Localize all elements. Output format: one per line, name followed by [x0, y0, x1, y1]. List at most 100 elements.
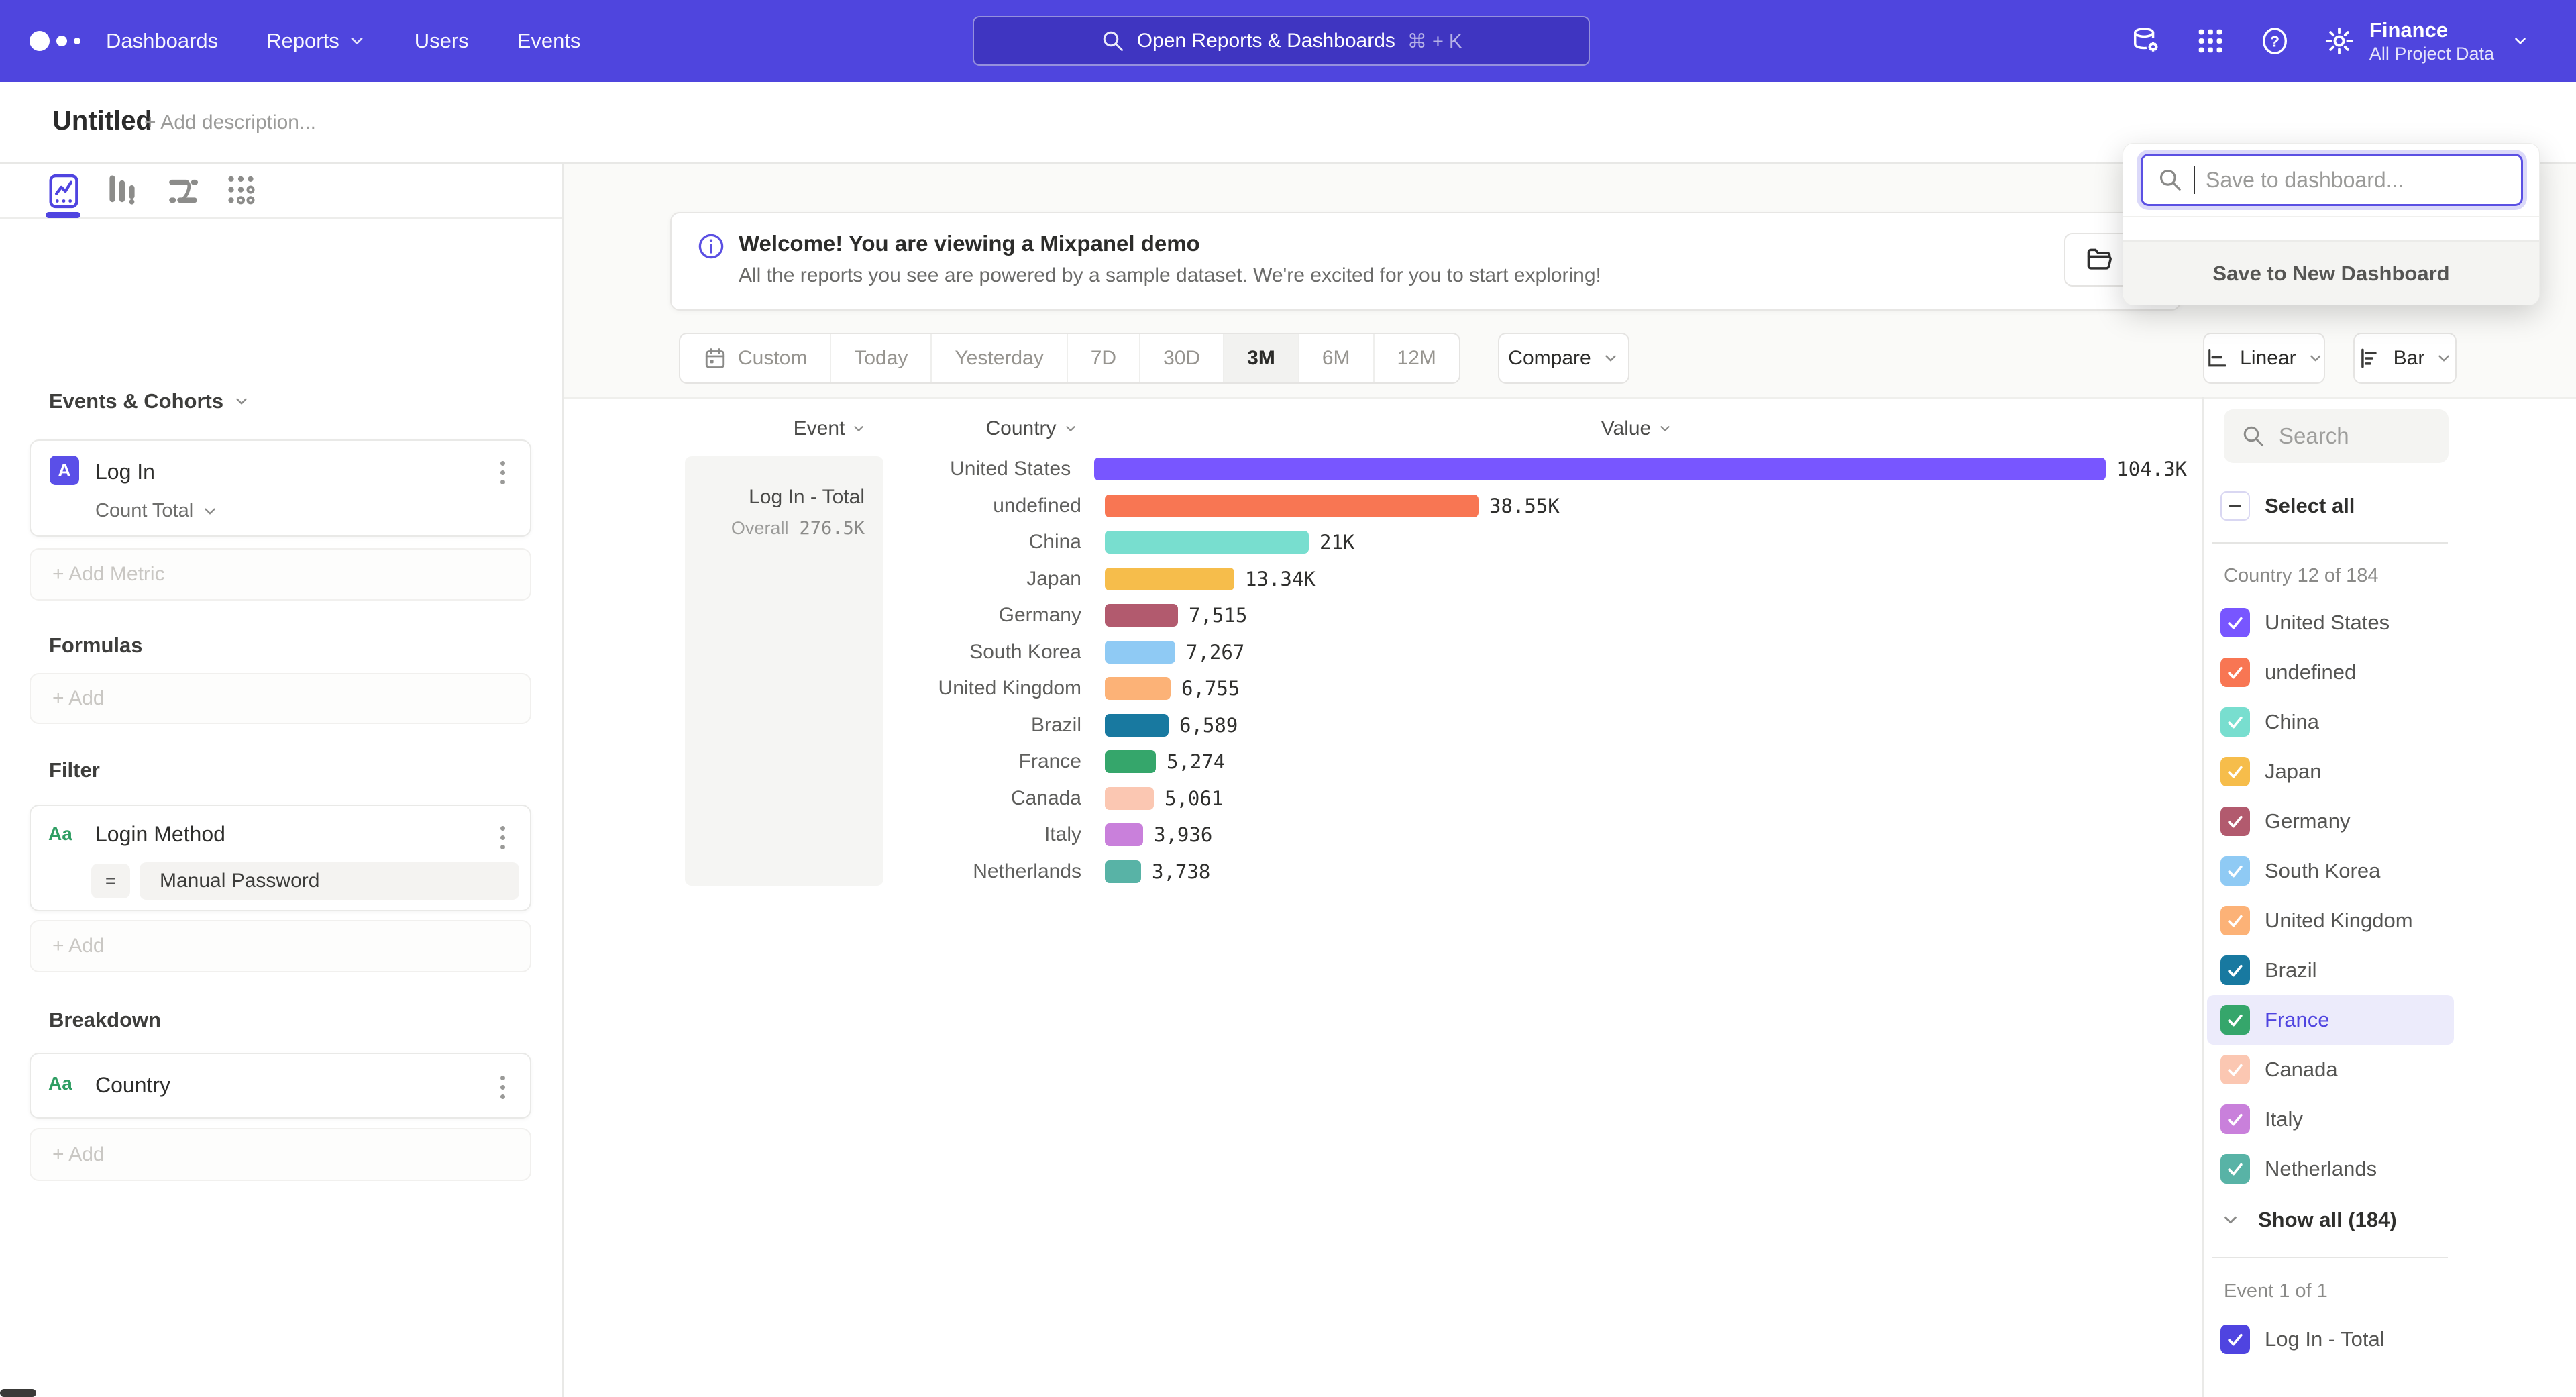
breakdown-property-name[interactable]: Country [95, 1073, 170, 1098]
add-breakdown-button[interactable]: + Add [30, 1128, 531, 1181]
horizontal-scrollbar-thumb[interactable] [0, 1389, 36, 1397]
add-metric-button[interactable]: + Add Metric [30, 548, 531, 601]
country-checkbox[interactable] [2220, 608, 2250, 637]
event-checkbox[interactable] [2220, 1325, 2250, 1354]
country-checkbox[interactable] [2220, 955, 2250, 985]
select-all-row[interactable]: Select all [2220, 491, 2355, 521]
aggregation-selector[interactable]: Count Total [95, 500, 219, 522]
filter-operator[interactable]: = [91, 864, 130, 898]
country-checkbox[interactable] [2220, 1154, 2250, 1184]
scale-selector-button[interactable]: Linear [2203, 333, 2325, 384]
legend-row-france[interactable]: France [2207, 995, 2454, 1045]
add-description-field[interactable]: + Add description... [144, 111, 316, 134]
range-option-6m[interactable]: 6M [1299, 334, 1375, 382]
nav-item-events[interactable]: Events [517, 29, 581, 53]
nav-item-users[interactable]: Users [415, 29, 469, 53]
breakdown-card[interactable]: Aa Country [30, 1053, 531, 1119]
column-header-country[interactable]: Country [959, 417, 1104, 440]
nav-item-reports[interactable]: Reports [266, 29, 366, 53]
metric-card[interactable]: A Log In Count Total [30, 439, 531, 537]
metric-menu-button[interactable] [492, 461, 513, 484]
range-option-custom[interactable]: Custom [680, 334, 831, 382]
country-checkbox[interactable] [2220, 856, 2250, 886]
legend-row-united-kingdom[interactable]: United Kingdom [2207, 896, 2454, 945]
legend-row-canada[interactable]: Canada [2207, 1045, 2454, 1094]
bar-canada[interactable] [1105, 787, 1154, 810]
legend-search-input[interactable]: Search [2224, 409, 2449, 463]
country-checkbox[interactable] [2220, 1104, 2250, 1134]
legend-row-japan[interactable]: Japan [2207, 747, 2454, 796]
save-to-new-dashboard-button[interactable]: Save to New Dashboard [2123, 240, 2539, 305]
bar-germany[interactable] [1105, 604, 1178, 627]
events-cohorts-header[interactable]: Events & Cohorts [49, 389, 250, 413]
country-checkbox[interactable] [2220, 1005, 2250, 1035]
tab-funnels-icon[interactable] [103, 172, 142, 211]
nav-item-dashboards[interactable]: Dashboards [106, 29, 218, 53]
project-switcher[interactable]: Finance All Project Data [2369, 0, 2529, 82]
range-option-30d[interactable]: 30D [1140, 334, 1224, 382]
add-filter-button[interactable]: + Add [30, 920, 531, 972]
bar-united-kingdom[interactable] [1105, 677, 1171, 700]
tab-retention-icon[interactable] [221, 172, 260, 211]
report-title[interactable]: Untitled [52, 106, 152, 136]
chevron-down-icon [851, 421, 866, 436]
add-formula-button[interactable]: + Add [30, 673, 531, 724]
bar-italy[interactable] [1105, 823, 1143, 846]
settings-gear-icon[interactable] [2324, 25, 2355, 56]
range-option-3m[interactable]: 3M [1224, 334, 1299, 382]
legend-event-row[interactable]: Log In - Total [2220, 1325, 2385, 1354]
compare-button[interactable]: Compare [1498, 333, 1629, 384]
legend-row-netherlands[interactable]: Netherlands [2207, 1144, 2454, 1194]
legend-row-italy[interactable]: Italy [2207, 1094, 2454, 1144]
select-all-checkbox-indeterminate[interactable] [2220, 491, 2250, 521]
country-checkbox[interactable] [2220, 1055, 2250, 1084]
range-option-12m[interactable]: 12M [1375, 334, 1459, 382]
country-checkbox[interactable] [2220, 658, 2250, 687]
metric-name[interactable]: Log In [95, 460, 155, 484]
column-header-value[interactable]: Value [1570, 417, 1704, 440]
country-count-label: Country 12 of 184 [2224, 565, 2379, 587]
chart-bar-row: China 21K [704, 524, 2187, 561]
bar-brazil[interactable] [1105, 714, 1169, 737]
column-header-event[interactable]: Event [771, 417, 888, 440]
bar-china[interactable] [1105, 531, 1309, 554]
range-option-7d[interactable]: 7D [1068, 334, 1140, 382]
legend-country-label: Netherlands [2265, 1157, 2377, 1181]
country-checkbox[interactable] [2220, 807, 2250, 836]
legend-row-south-korea[interactable]: South Korea [2207, 846, 2454, 896]
legend-row-brazil[interactable]: Brazil [2207, 945, 2454, 995]
legend-row-undefined[interactable]: undefined [2207, 648, 2454, 697]
save-dashboard-search-input[interactable]: Save to dashboard... [2141, 154, 2523, 206]
chevron-down-icon [1063, 421, 1078, 436]
bar-japan[interactable] [1105, 568, 1234, 590]
country-checkbox[interactable] [2220, 757, 2250, 786]
legend-row-germany[interactable]: Germany [2207, 796, 2454, 846]
tab-flows-icon[interactable] [164, 172, 203, 211]
filter-card[interactable]: Aa Login Method = Manual Password [30, 805, 531, 911]
country-checkbox[interactable] [2220, 707, 2250, 737]
help-icon[interactable]: ? [2259, 25, 2290, 56]
filter-property-name[interactable]: Login Method [95, 822, 225, 847]
global-search-input[interactable]: Open Reports & Dashboards ⌘ + K [973, 16, 1590, 66]
bar-netherlands[interactable] [1105, 860, 1141, 883]
legend-row-china[interactable]: China [2207, 697, 2454, 747]
range-option-yesterday[interactable]: Yesterday [932, 334, 1067, 382]
mixpanel-logo-icon[interactable] [30, 0, 80, 82]
country-checkbox[interactable] [2220, 906, 2250, 935]
data-management-icon[interactable] [2131, 25, 2161, 56]
filter-menu-button[interactable] [492, 826, 513, 849]
chevron-down-icon [1658, 421, 1672, 436]
show-all-button[interactable]: Show all (184) [2220, 1208, 2397, 1232]
bar-united-states[interactable] [1094, 458, 2106, 480]
check-icon [2225, 911, 2245, 931]
filter-value[interactable]: Manual Password [140, 862, 519, 900]
legend-row-united-states[interactable]: United States [2207, 598, 2454, 648]
bar-france[interactable] [1105, 750, 1156, 773]
apps-grid-icon[interactable] [2195, 25, 2226, 56]
bar-undefined[interactable] [1105, 495, 1479, 517]
tab-insights-icon[interactable] [44, 172, 83, 211]
bar-south-korea[interactable] [1105, 641, 1175, 664]
range-option-today[interactable]: Today [831, 334, 932, 382]
chart-type-button[interactable]: Bar [2353, 333, 2457, 384]
breakdown-menu-button[interactable] [492, 1076, 513, 1099]
